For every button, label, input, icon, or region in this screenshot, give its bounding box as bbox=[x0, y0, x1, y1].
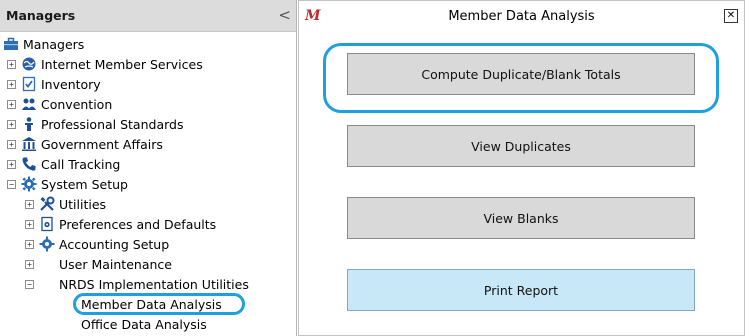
tree-item-label: Internet Member Services bbox=[41, 56, 203, 72]
tree-item-label: Convention bbox=[41, 96, 113, 112]
globe-icon bbox=[21, 56, 37, 72]
tree-item-call-tracking[interactable]: + Call Tracking bbox=[7, 154, 120, 174]
gear-icon bbox=[21, 176, 37, 192]
checklist-icon bbox=[21, 76, 37, 92]
dialog-title: Member Data Analysis bbox=[448, 9, 595, 24]
expand-toggle[interactable]: + bbox=[7, 59, 16, 69]
expand-toggle[interactable]: + bbox=[7, 159, 16, 169]
tree-item-government-affairs[interactable]: + Government Affairs bbox=[7, 134, 163, 154]
expand-toggle[interactable]: + bbox=[25, 239, 34, 249]
blank-icon bbox=[39, 276, 55, 292]
tree-item-inventory[interactable]: + Inventory bbox=[7, 74, 101, 94]
nav-header: Managers < bbox=[0, 0, 296, 32]
phone-icon bbox=[21, 156, 37, 172]
tree-item-nrds-implementation-utilities[interactable]: − NRDS Implementation Utilities bbox=[25, 274, 249, 294]
briefcase-icon bbox=[3, 36, 19, 52]
close-button[interactable]: ✕ bbox=[724, 9, 738, 23]
tree-item-accounting-setup[interactable]: + Accounting Setup bbox=[25, 234, 169, 254]
tree-item-internet-member-services[interactable]: + Internet Member Services bbox=[7, 54, 203, 74]
tree-item-convention[interactable]: + Convention bbox=[7, 94, 112, 114]
tree-item-label: Professional Standards bbox=[41, 116, 184, 132]
tools-icon bbox=[39, 196, 55, 212]
tree-item-professional-standards[interactable]: + Professional Standards bbox=[7, 114, 183, 134]
expand-toggle[interactable]: + bbox=[25, 219, 34, 229]
tree-item-label: Member Data Analysis bbox=[81, 296, 222, 312]
expand-toggle[interactable]: + bbox=[7, 99, 16, 109]
expand-toggle[interactable]: + bbox=[7, 79, 16, 89]
managers-nav-pane: Managers < Managers + Internet Member Se… bbox=[0, 0, 297, 336]
tree-item-member-data-analysis[interactable]: Member Data Analysis bbox=[81, 294, 222, 314]
tree-item-label: Managers bbox=[23, 36, 85, 52]
expand-toggle[interactable]: + bbox=[25, 199, 34, 209]
tree-item-label: NRDS Implementation Utilities bbox=[59, 276, 249, 292]
expand-toggle[interactable]: + bbox=[25, 259, 34, 269]
print-report-button[interactable]: Print Report bbox=[347, 269, 695, 311]
podium-icon bbox=[21, 116, 37, 132]
member-data-analysis-dialog: M Member Data Analysis ✕ Compute Duplica… bbox=[298, 0, 745, 336]
blank-icon bbox=[39, 256, 55, 272]
tree-item-managers[interactable]: Managers bbox=[3, 34, 84, 54]
collapse-toggle[interactable]: − bbox=[25, 279, 34, 289]
view-blanks-button[interactable]: View Blanks bbox=[347, 197, 695, 239]
nav-title: Managers bbox=[6, 8, 76, 23]
expand-toggle[interactable]: + bbox=[7, 139, 16, 149]
tree-item-preferences-and-defaults[interactable]: + Preferences and Defaults bbox=[25, 214, 216, 234]
tree-item-label: Utilities bbox=[59, 196, 107, 212]
tree-item-label: Inventory bbox=[41, 76, 101, 92]
building-icon bbox=[21, 136, 37, 152]
view-duplicates-button[interactable]: View Duplicates bbox=[347, 125, 695, 167]
tree-item-label: User Maintenance bbox=[59, 256, 172, 272]
tree-item-system-setup[interactable]: − System Setup bbox=[7, 174, 128, 194]
people-icon bbox=[21, 96, 37, 112]
tree-item-utilities[interactable]: + Utilities bbox=[25, 194, 106, 214]
tree-item-label: Preferences and Defaults bbox=[59, 216, 217, 232]
tree-item-user-maintenance[interactable]: + User Maintenance bbox=[25, 254, 172, 274]
tree-item-label: Accounting Setup bbox=[59, 236, 170, 252]
settings-doc-icon bbox=[39, 216, 55, 232]
tree-item-label: Office Data Analysis bbox=[81, 316, 207, 332]
tree-item-office-data-analysis[interactable]: Office Data Analysis bbox=[81, 314, 207, 334]
collapse-pane-icon[interactable]: < bbox=[278, 8, 291, 23]
compute-duplicate-blank-totals-button[interactable]: Compute Duplicate/Blank Totals bbox=[347, 53, 695, 95]
tree-item-label: System Setup bbox=[41, 176, 128, 192]
tree-item-label: Call Tracking bbox=[41, 156, 121, 172]
collapse-toggle[interactable]: − bbox=[7, 179, 16, 189]
dialog-title-bar: M Member Data Analysis ✕ bbox=[299, 1, 744, 33]
tree-item-label: Government Affairs bbox=[41, 136, 163, 152]
gear-icon bbox=[39, 236, 55, 252]
expand-toggle[interactable]: + bbox=[7, 119, 16, 129]
